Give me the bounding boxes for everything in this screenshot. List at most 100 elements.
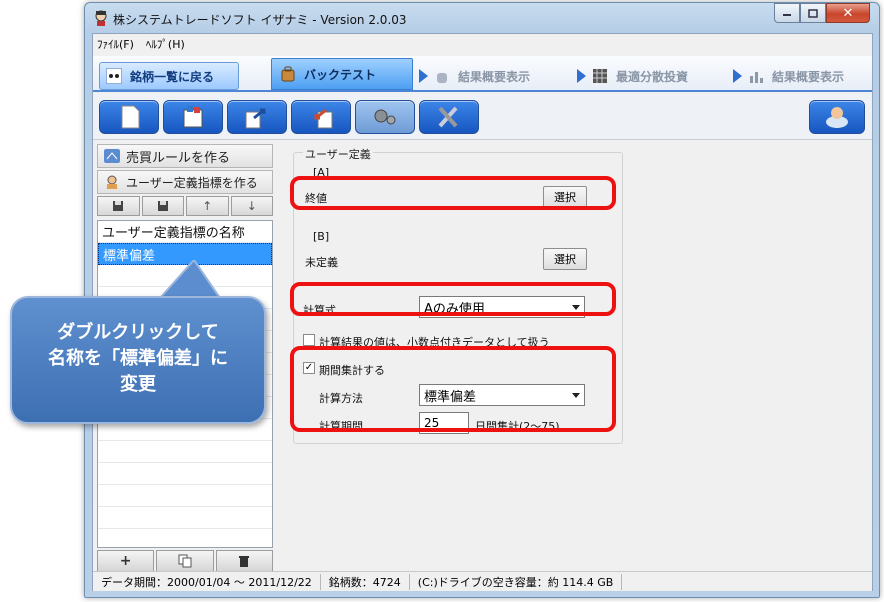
status-disk-space: (C:)ドライブの空き容量：約 114.4 GB [410, 573, 623, 590]
tab-optimal-distribution[interactable]: 最適分散投資 [577, 62, 688, 90]
maximize-icon [808, 8, 818, 18]
close-icon: ✕ [842, 5, 854, 21]
method-select[interactable]: 標準偏差 [419, 384, 585, 406]
arrow-up-icon: ↑ [202, 199, 213, 213]
callout-line-3: 変更 [120, 374, 156, 395]
status-data-period: データ期間：2000/01/04 ～ 2011/12/22 [93, 573, 321, 590]
plus-icon: + [119, 553, 132, 569]
period-check-label: 期間集計する [319, 364, 385, 377]
save-icon [183, 106, 203, 128]
move-down-button[interactable]: ↓ [230, 196, 273, 216]
export-button[interactable] [227, 100, 287, 134]
tab-result-summary-label: 結果概要表示 [458, 69, 531, 84]
decimal-checkbox[interactable] [303, 334, 315, 346]
status-bar: データ期間：2000/01/04 ～ 2011/12/22 銘柄数：4724 (… [93, 571, 872, 591]
tab-backtest[interactable]: バックテスト [271, 58, 413, 90]
play-arrow-icon [733, 69, 742, 83]
play-arrow-icon [577, 69, 586, 83]
robot-button[interactable] [809, 100, 865, 134]
list-item[interactable] [98, 463, 272, 485]
period-label: 計算期間 [319, 420, 363, 433]
list-bottom-toolbar: + [97, 550, 273, 572]
copy-icon [178, 554, 192, 568]
user-definition-title: ユーザー定義 [303, 146, 373, 162]
b-value: 未定義 [305, 256, 338, 269]
import-button[interactable] [291, 100, 351, 134]
window-title: 株システムトレードソフト イザナミ - Version 2.0.03 [113, 13, 407, 27]
make-rule-label: 売買ルールを作る [126, 150, 231, 166]
menu-bar: ﾌｧｲﾙ(F) ﾍﾙﾌﾟ(H) [93, 34, 872, 54]
new-document-icon [121, 105, 140, 129]
chevron-down-icon [572, 393, 580, 398]
chevron-down-icon [572, 305, 580, 310]
import-icon [314, 108, 333, 129]
tab-result-summary[interactable]: 結果概要表示 [419, 62, 530, 90]
save-list-button[interactable] [97, 196, 140, 216]
copy-button[interactable] [156, 550, 214, 572]
maximize-button[interactable] [800, 3, 826, 23]
grid-icon [593, 69, 607, 83]
play-arrow-icon [419, 69, 428, 83]
rule-icon [104, 149, 120, 163]
make-rule-button[interactable]: 売買ルールを作る [97, 144, 273, 168]
add-button[interactable]: + [97, 550, 155, 572]
eye-icon [106, 68, 122, 84]
robot-icon [826, 107, 848, 128]
title-bar[interactable]: 株システムトレードソフト イザナミ - Version 2.0.03 ✕ [85, 3, 879, 33]
tab-backtest-label: バックテスト [304, 67, 377, 82]
formula-value: Aのみ使用 [424, 301, 485, 317]
list-toolbar: ↑ ↓ [97, 196, 273, 218]
b-section-label: [B] [313, 230, 330, 243]
menu-help[interactable]: ﾍﾙﾌﾟ(H) [146, 36, 185, 52]
app-logo-icon [95, 10, 107, 26]
minimize-button[interactable] [774, 3, 800, 23]
formula-select[interactable]: Aのみ使用 [419, 296, 585, 318]
tab-back-label: 銘柄一覧に戻る [130, 69, 215, 84]
callout-line-1: ダブルクリックして [57, 322, 219, 343]
decimal-check-label: 計算結果の値は、小数点付きデータとして扱う [319, 336, 550, 349]
list-item[interactable] [98, 485, 272, 507]
save-button[interactable] [163, 100, 223, 134]
instruction-callout: ダブルクリックして 名称を「標準偏差」に 変更 [10, 260, 266, 424]
toolbar [93, 94, 872, 140]
bag-icon [281, 66, 295, 82]
gears-icon [374, 109, 396, 125]
arrow-down-icon: ↓ [246, 199, 257, 213]
tab-back-to-list[interactable]: 銘柄一覧に戻る [99, 62, 239, 90]
tab-result-summary-2-label: 結果概要表示 [772, 69, 845, 84]
tools-button[interactable] [419, 100, 479, 134]
minimize-icon [783, 14, 791, 16]
bar-chart-icon [750, 72, 763, 83]
hand-icon [437, 73, 447, 83]
period-unit: 日間集計(2～75) [475, 420, 560, 433]
nav-tab-strip: 銘柄一覧に戻る バックテスト 結果概要表示 最適分散投資 結果概要表示 [93, 56, 872, 92]
a-select-button[interactable]: 選択 [543, 186, 587, 208]
list-item[interactable] [98, 441, 272, 463]
save-as-list-button[interactable] [141, 196, 184, 216]
b-select-button[interactable]: 選択 [543, 248, 587, 270]
settings-button[interactable] [355, 100, 415, 134]
list-item[interactable] [98, 507, 272, 529]
new-button[interactable] [99, 100, 159, 134]
tools-icon [438, 106, 458, 128]
a-section-label: [A] [313, 166, 330, 179]
definition-form: ユーザー定義 [A] 終値 選択 [B] 未定義 選択 計算式 Aのみ使用 計算… [289, 146, 629, 476]
move-up-button[interactable]: ↑ [186, 196, 229, 216]
export-icon [245, 108, 266, 129]
make-indicator-button[interactable]: ユーザー定義指標を作る [97, 170, 273, 194]
floppy-icon [157, 201, 168, 211]
trash-icon [239, 556, 250, 567]
user-icon [107, 175, 117, 189]
a-value: 終値 [305, 192, 327, 205]
list-header: ユーザー定義指標の名称 [98, 221, 272, 243]
callout-line-2: 名称を「標準偏差」に [48, 348, 228, 369]
period-checkbox[interactable]: ✓ [303, 362, 315, 374]
menu-file[interactable]: ﾌｧｲﾙ(F) [97, 36, 134, 52]
status-stock-count: 銘柄数：4724 [321, 573, 410, 590]
delete-button[interactable] [215, 550, 273, 572]
floppy-icon [113, 201, 124, 211]
formula-label: 計算式 [303, 304, 336, 317]
close-button[interactable]: ✕ [826, 3, 870, 23]
period-input[interactable]: 25 [419, 412, 469, 434]
tab-result-summary-2[interactable]: 結果概要表示 [733, 62, 844, 90]
